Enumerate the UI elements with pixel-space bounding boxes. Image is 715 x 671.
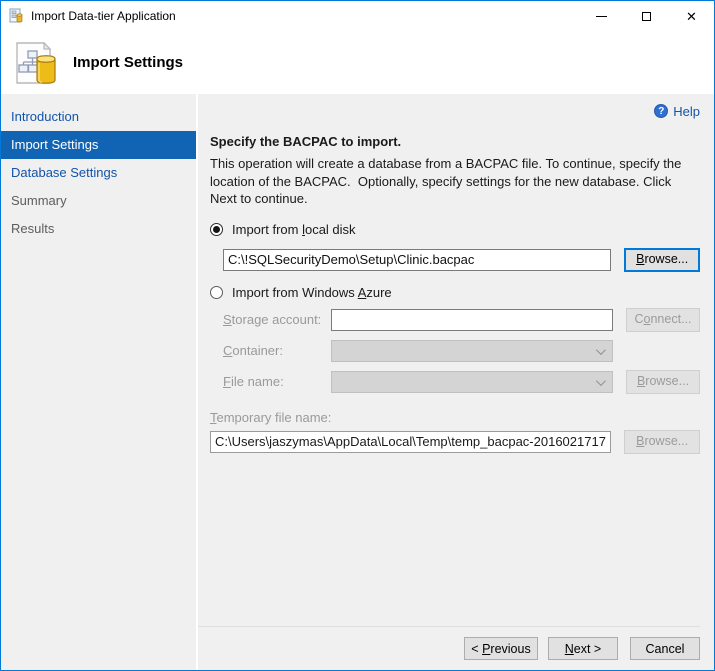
cancel-button[interactable]: Cancel	[630, 637, 700, 660]
storage-account-label: Storage account:	[223, 312, 331, 327]
file-name-label: File name:	[223, 374, 331, 389]
radio-local-disk-label: Import from local disk	[232, 222, 356, 237]
browse-local-button[interactable]: Browse...	[624, 248, 700, 272]
minimize-button[interactable]	[579, 1, 624, 31]
section-description: This operation will create a database fr…	[210, 155, 700, 208]
temporary-file-name-label: Temporary file name:	[210, 410, 700, 425]
section-heading: Specify the BACPAC to import.	[210, 134, 700, 149]
radio-import-windows-azure[interactable]: Import from Windows Azure	[210, 285, 700, 300]
close-icon: ✕	[686, 10, 697, 23]
chevron-down-icon	[596, 345, 606, 355]
maximize-button[interactable]	[624, 1, 669, 31]
close-button[interactable]: ✕	[669, 1, 714, 31]
app-icon	[9, 8, 25, 24]
minimize-icon	[596, 16, 607, 17]
sidebar-item-summary: Summary	[1, 187, 196, 215]
title-bar: Import Data-tier Application ✕	[1, 1, 714, 31]
radio-import-local-disk[interactable]: Import from local disk	[210, 222, 700, 237]
radio-windows-azure-label: Import from Windows Azure	[232, 285, 392, 300]
window-title: Import Data-tier Application	[31, 9, 176, 23]
wizard-footer: < Previous Next > Cancel	[198, 626, 700, 670]
wizard-steps-sidebar: Introduction Import Settings Database Se…	[1, 94, 196, 670]
browse-azure-file-button[interactable]: Browse...	[626, 370, 700, 394]
container-label: Container:	[223, 343, 331, 358]
sidebar-item-import-settings[interactable]: Import Settings	[1, 131, 196, 159]
radio-local-disk-icon	[210, 223, 223, 236]
storage-account-input[interactable]	[331, 309, 613, 331]
maximize-icon	[642, 12, 651, 21]
help-icon: ?	[654, 104, 668, 118]
radio-windows-azure-icon	[210, 286, 223, 299]
connect-button[interactable]: Connect...	[626, 308, 700, 332]
sidebar-item-introduction[interactable]: Introduction	[1, 103, 196, 131]
page-title: Import Settings	[73, 54, 183, 71]
sidebar-item-results: Results	[1, 215, 196, 243]
previous-button[interactable]: < Previous	[464, 637, 538, 660]
import-data-tier-application-dialog: Import Data-tier Application ✕ Import Se…	[0, 0, 715, 671]
browse-temp-file-button[interactable]: Browse...	[624, 430, 700, 454]
sidebar-item-database-settings[interactable]: Database Settings	[1, 159, 196, 187]
file-name-dropdown[interactable]	[331, 371, 613, 393]
next-button[interactable]: Next >	[548, 637, 618, 660]
data-tier-application-icon	[11, 39, 61, 89]
container-dropdown[interactable]	[331, 340, 613, 362]
wizard-header: Import Settings	[1, 31, 714, 94]
import-settings-panel: ? Help Specify the BACPAC to import. Thi…	[198, 94, 714, 670]
help-link[interactable]: ? Help	[654, 104, 700, 119]
bacpac-path-input[interactable]	[223, 249, 611, 271]
chevron-down-icon	[596, 376, 606, 386]
temporary-file-name-input[interactable]	[210, 431, 611, 453]
help-label: Help	[673, 104, 700, 119]
